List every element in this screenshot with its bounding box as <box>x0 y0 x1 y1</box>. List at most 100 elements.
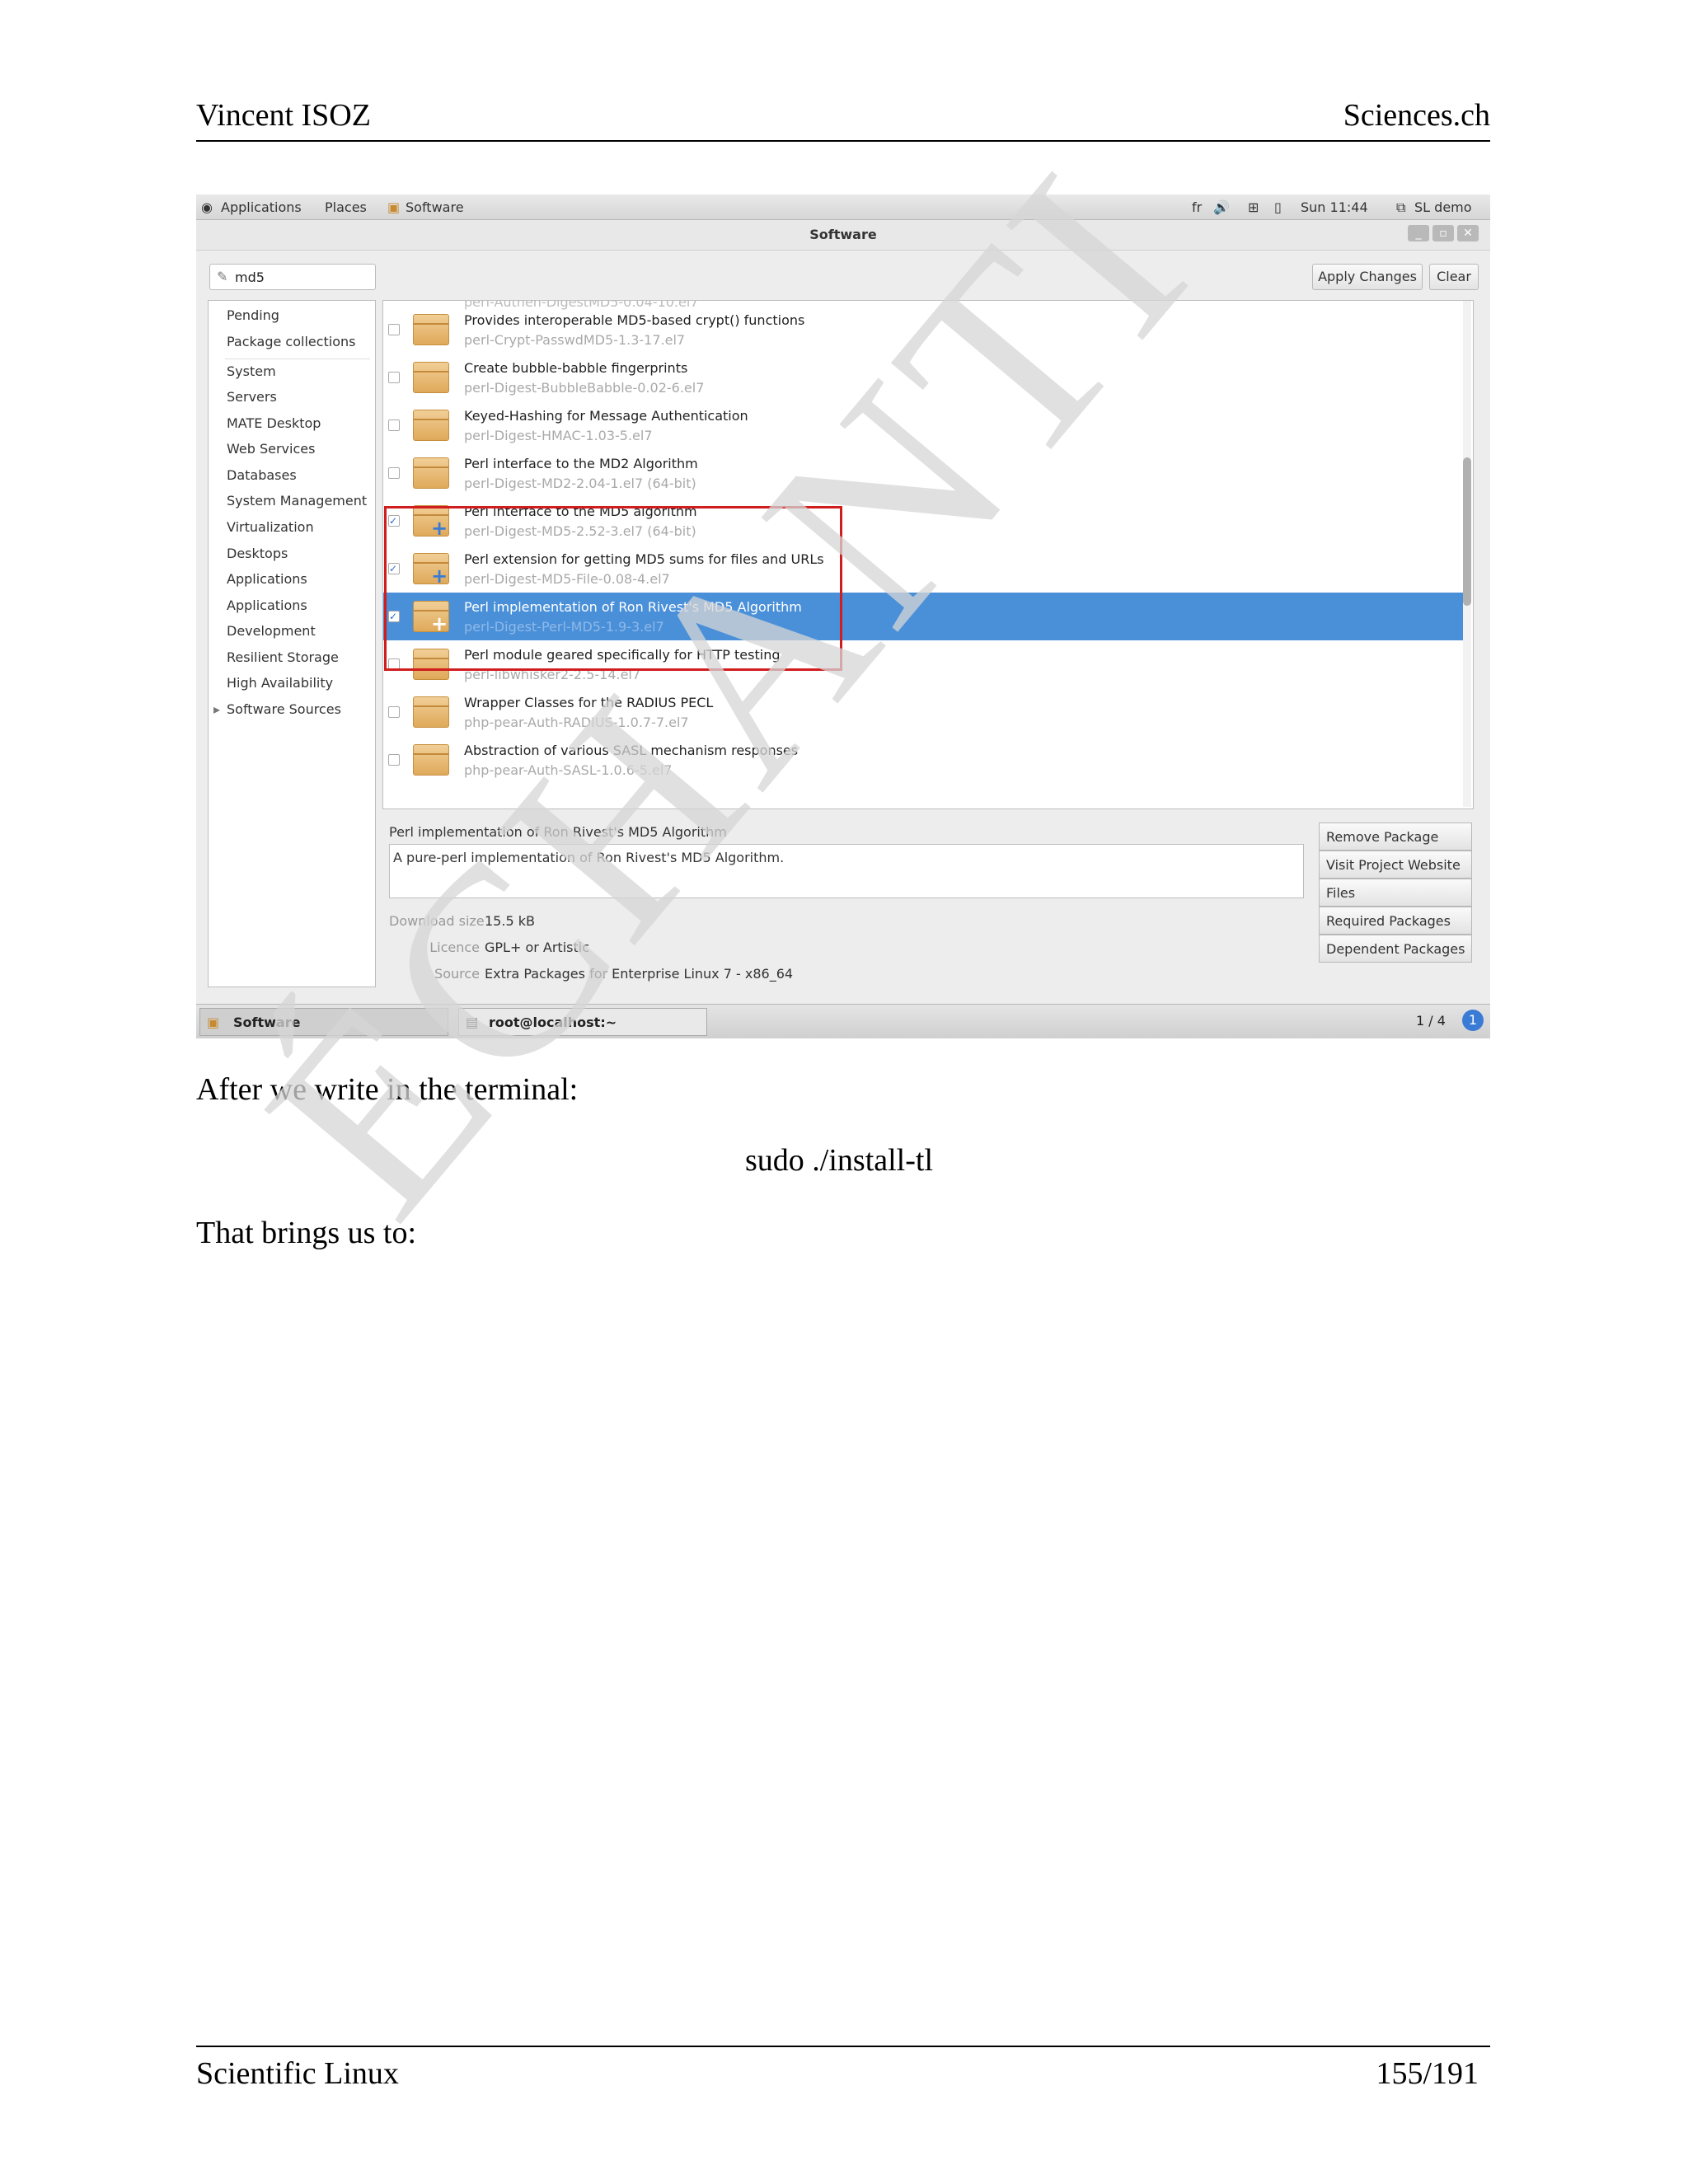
gnome-top-bar: ◉ Applications Places ▣ Software fr 🔊 ⊞ … <box>196 194 1490 220</box>
package-box-icon <box>413 457 449 489</box>
network-icon[interactable]: ⊞ <box>1248 199 1259 215</box>
sidebar-item-applications[interactable]: Applications <box>227 571 307 587</box>
taskbar-terminal-label: root@localhost:~ <box>489 1015 617 1030</box>
command-line: sudo ./install-tl <box>745 1143 933 1178</box>
sidebar-item-servers[interactable]: Servers <box>227 389 277 405</box>
package-name: php-pear-Auth-RADIUS-1.0.7-7.el7 <box>464 715 689 730</box>
download-size-label: Download size <box>389 913 485 929</box>
package-checkbox[interactable] <box>388 324 400 335</box>
red-highlight-box <box>384 506 842 671</box>
sidebar-item-web-services[interactable]: Web Services <box>227 441 315 457</box>
applications-menu[interactable]: Applications <box>221 199 302 215</box>
package-checkbox[interactable] <box>388 419 400 431</box>
scrollbar-thumb[interactable] <box>1463 457 1471 606</box>
package-title: Provides interoperable MD5-based crypt()… <box>464 312 805 328</box>
user-icon: ⧉ <box>1396 199 1406 215</box>
sidebar-item-package-collections[interactable]: Package collections <box>227 334 356 349</box>
remove-package-label: Remove Package <box>1326 829 1439 845</box>
footer-title: Scientific Linux <box>196 2056 399 2091</box>
user-menu[interactable]: SL demo <box>1414 199 1472 215</box>
files-label: Files <box>1326 885 1356 901</box>
app-menu[interactable]: Software <box>406 199 464 215</box>
visit-project-website-button[interactable]: Visit Project Website <box>1319 851 1472 879</box>
package-title: Perl interface to the MD2 Algorithm <box>464 456 698 471</box>
package-row[interactable]: Create bubble-babble fingerprints perl-D… <box>383 354 1463 401</box>
package-name: perl-Crypt-PasswdMD5-1.3-17.el7 <box>464 332 686 348</box>
taskbar-item-terminal[interactable]: ▤ root@localhost:~ <box>458 1008 707 1036</box>
files-button[interactable]: Files <box>1319 879 1472 907</box>
apply-changes-button[interactable]: Apply Changes <box>1312 264 1423 290</box>
sidebar-item-system[interactable]: System <box>227 363 276 379</box>
close-icon[interactable]: ✕ <box>1457 225 1479 241</box>
package-details: Perl implementation of Ron Rivest's MD5 … <box>382 814 1472 996</box>
package-name: perl-Digest-BubbleBabble-0.02-6.el7 <box>464 380 705 396</box>
source: Source Extra Packages for Enterprise Linu… <box>381 966 793 982</box>
package-box-icon <box>413 696 449 728</box>
sidebar-item-desktops[interactable]: Desktops <box>227 546 288 561</box>
page-number: 155/191 <box>1376 2056 1479 2091</box>
header-site: Sciences.ch <box>1343 98 1490 133</box>
package-title: Abstraction of various SASL mechanism re… <box>464 743 799 758</box>
window-titlebar[interactable]: Software _ ▫ ✕ <box>196 220 1490 251</box>
sidebar-item-software-sources[interactable]: Software Sources <box>227 701 341 717</box>
package-row[interactable]: Keyed-Hashing for Message Authentication… <box>383 401 1463 449</box>
search-input[interactable]: ✎ md5 <box>209 264 376 290</box>
taskbar: ▣ Software ▤ root@localhost:~ 1 / 4 1 <box>196 1004 1490 1038</box>
package-name: perl-Digest-HMAC-1.03-5.el7 <box>464 428 653 443</box>
sidebar-item-high-availability[interactable]: High Availability <box>227 675 333 691</box>
description-box: A pure-perl implementation of Ron Rivest… <box>389 844 1304 898</box>
search-value: md5 <box>235 269 265 285</box>
package-row[interactable]: Provides interoperable MD5-based crypt()… <box>383 306 1463 354</box>
licence-value: GPL+ or Artistic <box>485 940 589 955</box>
sidebar-item-pending[interactable]: Pending <box>227 307 279 323</box>
terminal-icon: ▤ <box>466 1015 479 1030</box>
package-icon: ▣ <box>207 1015 220 1030</box>
taskbar-item-software[interactable]: ▣ Software <box>199 1008 448 1036</box>
volume-icon[interactable]: 🔊 <box>1213 199 1230 215</box>
package-name: php-pear-Auth-SASL-1.0.6-5.el7 <box>464 762 673 778</box>
expand-arrow-icon[interactable]: ▸ <box>213 701 220 717</box>
sidebar-item-system-management[interactable]: System Management <box>227 493 367 509</box>
required-packages-button[interactable]: Required Packages <box>1319 907 1472 935</box>
package-row[interactable]: Perl interface to the MD2 Algorithm perl… <box>383 449 1463 497</box>
page-header: Vincent ISOZ Sciences.ch <box>196 97 1490 142</box>
sidebar-item-mate-desktop[interactable]: MATE Desktop <box>227 415 321 431</box>
download-size-value: 15.5 kB <box>485 913 535 929</box>
workspace-pager[interactable]: 1 / 4 <box>1416 1013 1446 1029</box>
download-size: Download size15.5 kB <box>389 913 535 929</box>
source-value: Extra Packages for Enterprise Linux 7 - … <box>485 966 794 982</box>
places-menu[interactable]: Places <box>325 199 367 215</box>
minimize-icon[interactable]: _ <box>1408 225 1429 241</box>
sidebar-item-development[interactable]: Development <box>227 623 316 639</box>
keyboard-layout[interactable]: fr <box>1192 199 1202 215</box>
package-row[interactable]: Abstraction of various SASL mechanism re… <box>383 736 1463 784</box>
remove-package-button[interactable]: Remove Package <box>1319 823 1472 851</box>
notification-badge[interactable]: 1 <box>1462 1010 1484 1031</box>
details-description: A pure-perl implementation of Ron Rivest… <box>393 850 785 865</box>
sidebar-item-virtualization[interactable]: Virtualization <box>227 519 314 535</box>
paragraph-that-brings: That brings us to: <box>196 1216 417 1250</box>
sidebar-item-applications-2[interactable]: Applications <box>227 598 307 613</box>
battery-icon[interactable]: ▯ <box>1274 199 1282 215</box>
required-packages-label: Required Packages <box>1326 913 1451 929</box>
package-title: Keyed-Hashing for Message Authentication <box>464 408 748 424</box>
package-row[interactable]: Wrapper Classes for the RADIUS PECL php-… <box>383 688 1463 736</box>
sidebar-item-resilient-storage[interactable]: Resilient Storage <box>227 649 339 665</box>
package-name: perl-Digest-MD2-2.04-1.el7 (64-bit) <box>464 476 696 491</box>
package-checkbox[interactable] <box>388 706 400 718</box>
package-box-icon <box>413 410 449 441</box>
package-box-icon <box>413 314 449 345</box>
edit-icon: ✎ <box>217 269 228 284</box>
activities-icon[interactable]: ◉ <box>201 199 213 215</box>
dependent-packages-button[interactable]: Dependent Packages <box>1319 935 1472 963</box>
package-box-icon <box>413 744 449 776</box>
details-title: Perl implementation of Ron Rivest's MD5 … <box>389 824 727 840</box>
package-checkbox[interactable] <box>388 467 400 479</box>
package-checkbox[interactable] <box>388 754 400 766</box>
maximize-icon[interactable]: ▫ <box>1432 225 1454 241</box>
package-title: Create bubble-babble fingerprints <box>464 360 688 376</box>
package-checkbox[interactable] <box>388 372 400 383</box>
clock[interactable]: Sun 11:44 <box>1301 199 1368 215</box>
sidebar-item-databases[interactable]: Databases <box>227 467 297 483</box>
clear-button[interactable]: Clear <box>1429 264 1479 290</box>
